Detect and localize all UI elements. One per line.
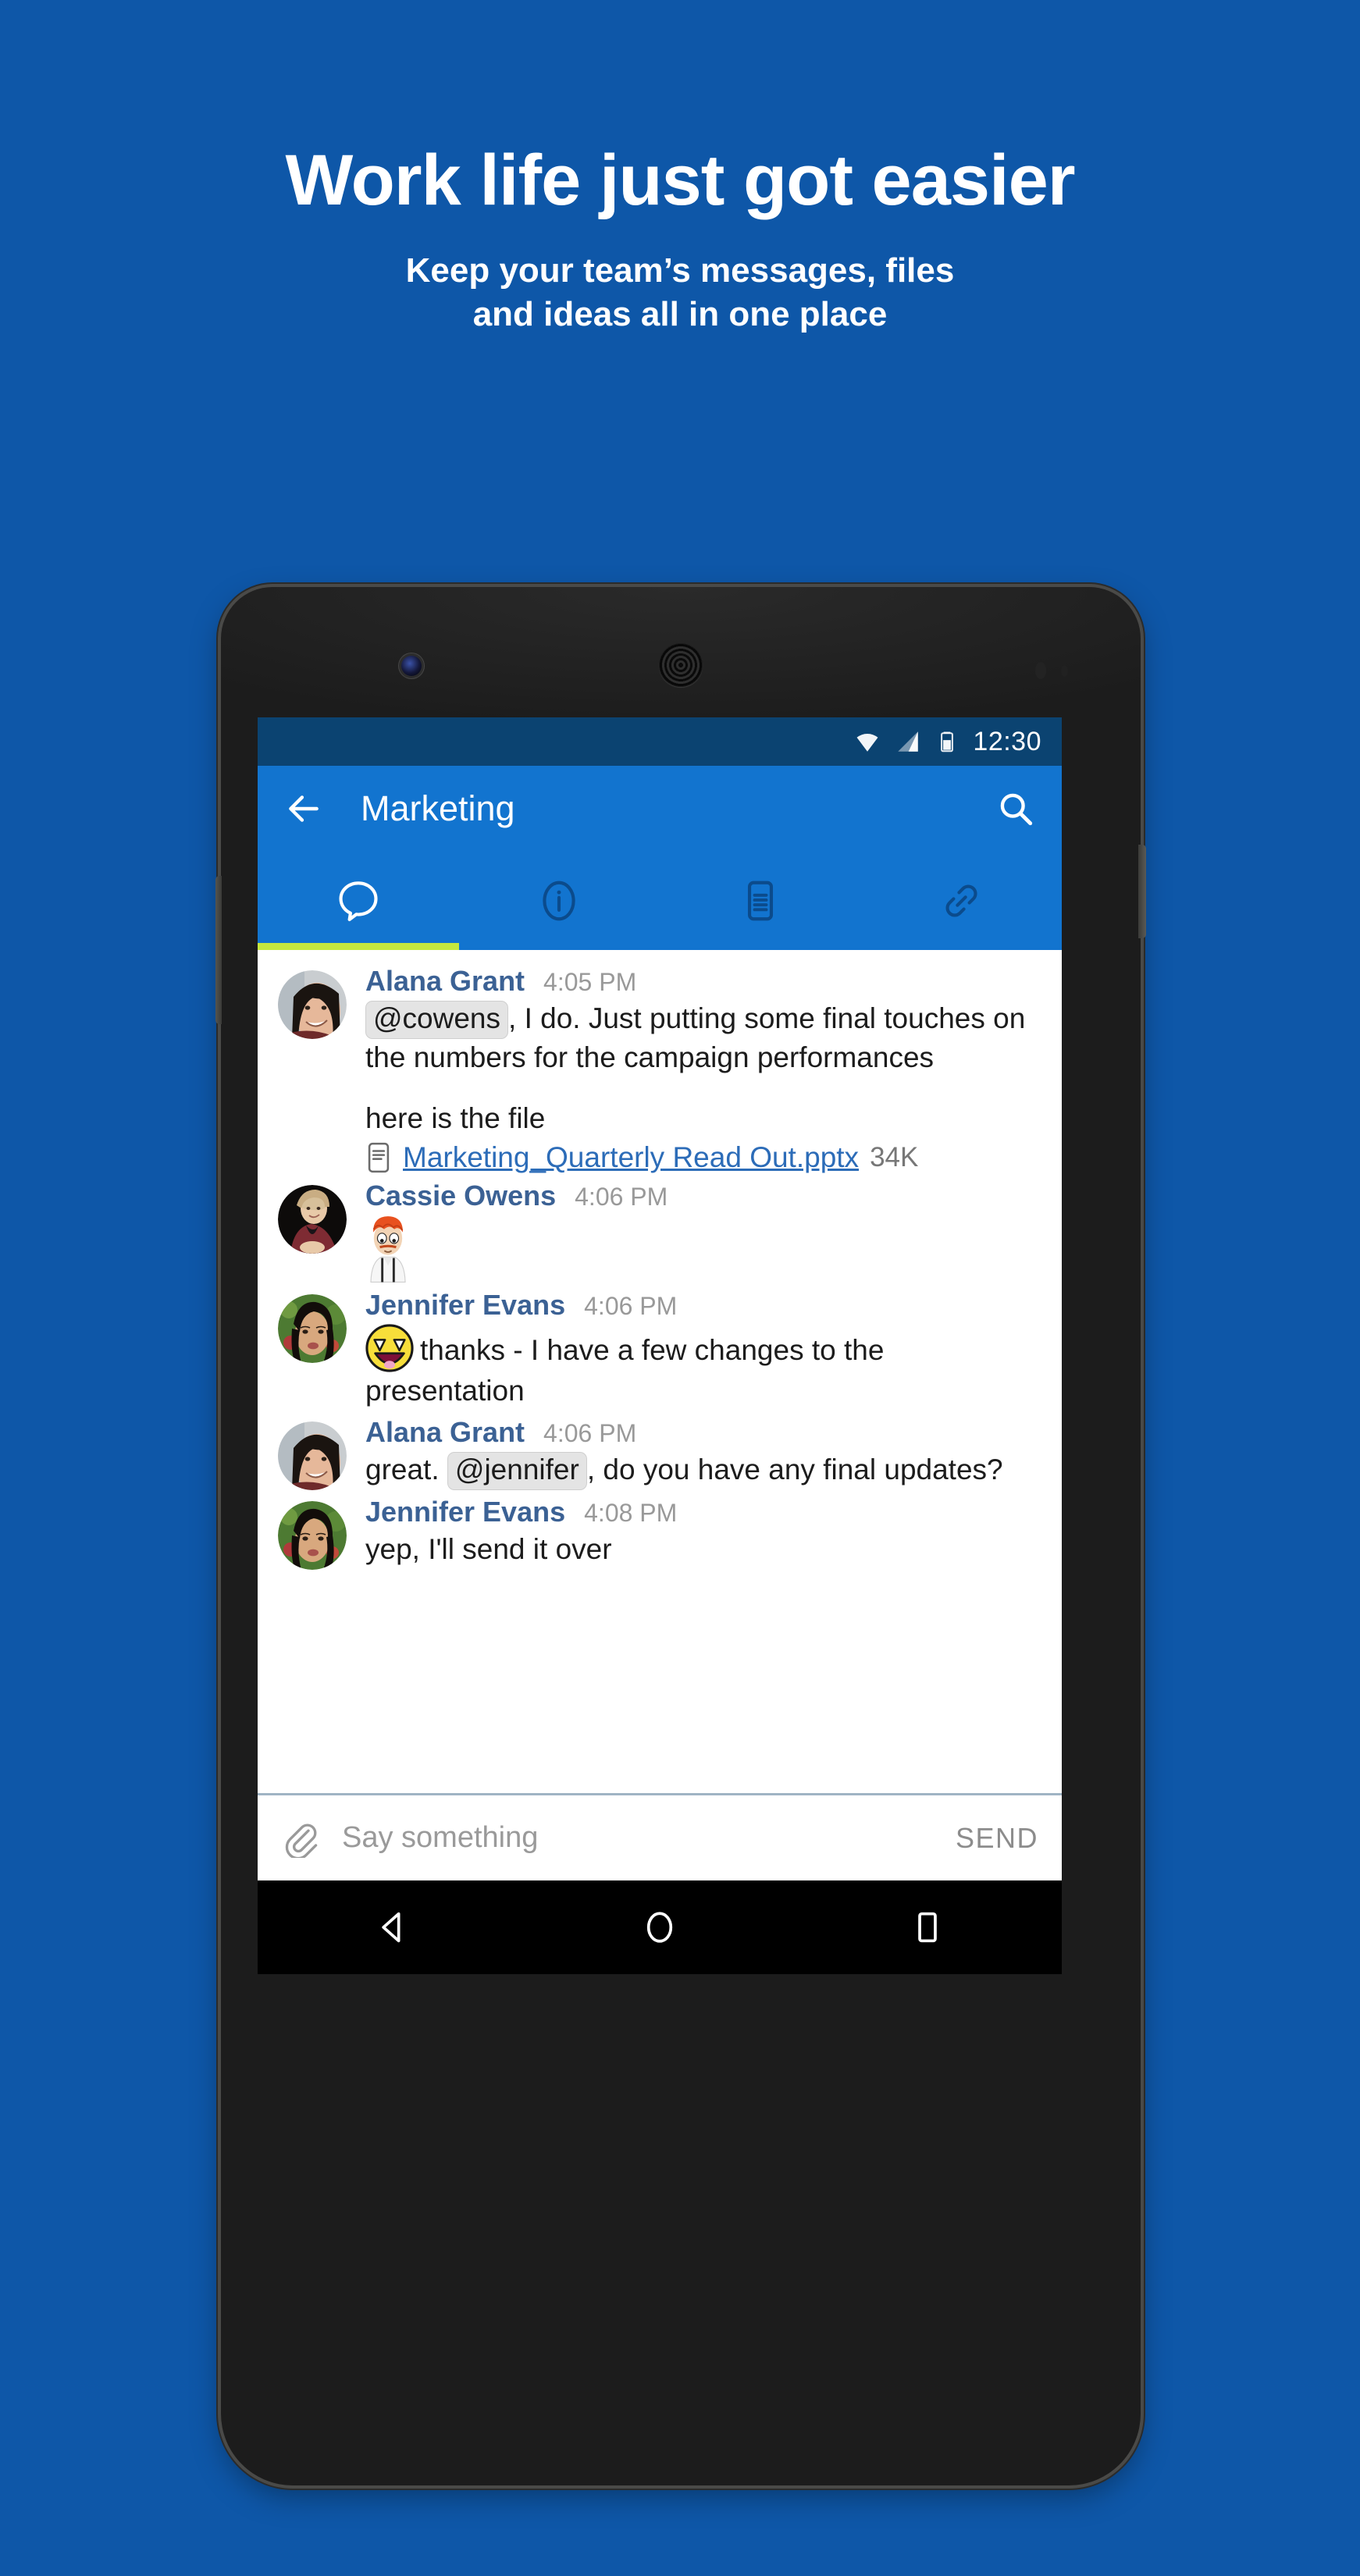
- tab-info[interactable]: [459, 852, 660, 950]
- message-paragraph: @cowens, I do. Just putting some final t…: [365, 1000, 1041, 1076]
- message-body: Alana Grant 4:06 PM great. @jennifer, do…: [365, 1418, 1041, 1490]
- tab-chat[interactable]: [258, 852, 459, 950]
- message-sender: Jennifer Evans: [365, 1496, 566, 1528]
- message-text-content: thanks - I have a few changes to the pre…: [365, 1334, 885, 1407]
- android-back-icon[interactable]: [372, 1907, 412, 1948]
- page-subtitle-line-2: and ideas all in one place: [472, 295, 888, 334]
- message-header: Cassie Owens 4:06 PM: [365, 1182, 1041, 1210]
- back-arrow-icon[interactable]: [284, 789, 323, 828]
- avatar[interactable]: [278, 1294, 347, 1364]
- page-title: Work life just got easier: [285, 141, 1075, 220]
- avatar[interactable]: [278, 1501, 347, 1571]
- message-item: Alana Grant 4:06 PM great. @jennifer, do…: [258, 1411, 1062, 1491]
- page-subtitle: Keep your team’s messages, files and ide…: [0, 249, 1360, 337]
- message-paragraph-2: here is the file: [365, 1102, 546, 1135]
- message-timestamp: 4:06 PM: [575, 1183, 668, 1212]
- light-sensor-icon: [1061, 665, 1068, 677]
- paperclip-icon[interactable]: [281, 1819, 320, 1858]
- wifi-icon: [856, 733, 878, 752]
- message-header: Alana Grant 4:05 PM: [365, 967, 1041, 995]
- attachment-name[interactable]: Marketing_Quarterly Read Out.pptx: [403, 1141, 859, 1174]
- tab-bar: [258, 852, 1062, 950]
- awesome-face-emoji: [365, 1324, 414, 1372]
- tab-notes[interactable]: [660, 852, 861, 950]
- file-document-icon: [368, 1143, 390, 1173]
- message-text: great. @jennifer, do you have any final …: [365, 1451, 1041, 1490]
- tab-active-indicator: [258, 943, 459, 950]
- message-text-lead: great.: [365, 1453, 447, 1486]
- message-item: Jennifer Evans 4:08 PM yep, I'll send it…: [258, 1490, 1062, 1571]
- message-text-rest: , do you have any final updates?: [586, 1453, 1003, 1486]
- message-sender: Jennifer Evans: [365, 1289, 566, 1322]
- status-bar: 12:30: [258, 717, 1062, 766]
- status-bar-clock: 12:30: [973, 726, 1041, 756]
- tab-links[interactable]: [861, 852, 1063, 950]
- message-sender: Cassie Owens: [365, 1179, 557, 1212]
- avatar[interactable]: [278, 1421, 347, 1491]
- message-item: Cassie Owens 4:06 PM: [258, 1174, 1062, 1283]
- link-chain-icon: [945, 884, 977, 917]
- front-camera-icon: [401, 656, 422, 676]
- document-lines-icon: [747, 881, 773, 921]
- earpiece-speaker-icon: [659, 643, 703, 687]
- attachment-size: 34K: [870, 1142, 919, 1173]
- message-sender: Alana Grant: [365, 965, 525, 997]
- avatar[interactable]: [278, 1185, 347, 1254]
- volume-button[interactable]: [215, 876, 222, 1024]
- message-list[interactable]: Alana Grant 4:05 PM @cowens, I do. Just …: [258, 950, 1062, 1793]
- info-circle-icon: [543, 881, 575, 921]
- battery-icon: [941, 731, 954, 753]
- message-text: thanks - I have a few changes to the pre…: [365, 1324, 1041, 1411]
- message-item: Alana Grant 4:05 PM @cowens, I do. Just …: [258, 959, 1062, 1174]
- send-button[interactable]: SEND: [940, 1822, 1038, 1855]
- avatar[interactable]: [278, 970, 347, 1039]
- android-home-icon[interactable]: [639, 1907, 680, 1948]
- message-header: Jennifer Evans 4:08 PM: [365, 1498, 1041, 1526]
- cartoon-man-sticker: [370, 1216, 406, 1283]
- message-body: Cassie Owens 4:06 PM: [365, 1182, 1041, 1283]
- message-text: yep, I'll send it over: [365, 1533, 612, 1566]
- message-timestamp: 4:06 PM: [543, 1419, 637, 1448]
- message-composer: Say something SEND: [258, 1793, 1062, 1880]
- promo-header: Work life just got easier Keep your team…: [0, 0, 1360, 337]
- message-input[interactable]: Say something: [342, 1821, 940, 1855]
- page-subtitle-line-1: Keep your team’s messages, files: [405, 251, 955, 290]
- app-bar: Marketing: [258, 766, 1062, 852]
- message-body: Jennifer Evans 4:06 PM thanks - I have a…: [365, 1291, 1041, 1411]
- phone-screen: 12:30 Marketing Alana Grant 4:05 PM @cow…: [258, 717, 1062, 1974]
- message-text: @cowens, I do. Just putting some final t…: [365, 1000, 1041, 1138]
- message-timestamp: 4:06 PM: [584, 1292, 678, 1321]
- mention-chip[interactable]: @jennifer: [447, 1452, 587, 1490]
- phone-device: 12:30 Marketing Alana Grant 4:05 PM @cow…: [215, 587, 1146, 2485]
- channel-title: Marketing: [361, 788, 515, 828]
- message-body: Jennifer Evans 4:08 PM yep, I'll send it…: [365, 1498, 1041, 1570]
- android-nav-bar: [258, 1880, 1062, 1974]
- power-button[interactable]: [1138, 845, 1146, 938]
- mention-chip[interactable]: @cowens: [365, 1001, 509, 1039]
- chat-bubble-icon: [339, 881, 378, 922]
- message-sender: Alana Grant: [365, 1416, 525, 1449]
- message-header: Jennifer Evans 4:06 PM: [365, 1291, 1041, 1319]
- message-header: Alana Grant 4:06 PM: [365, 1418, 1041, 1446]
- cell-signal-icon: [898, 731, 919, 752]
- message-timestamp: 4:08 PM: [584, 1499, 678, 1528]
- message-item: Jennifer Evans 4:06 PM thanks - I have a…: [258, 1283, 1062, 1411]
- message-timestamp: 4:05 PM: [543, 968, 637, 996]
- message-body: Alana Grant 4:05 PM @cowens, I do. Just …: [365, 967, 1041, 1174]
- android-recents-icon[interactable]: [907, 1907, 948, 1948]
- search-icon[interactable]: [996, 789, 1035, 828]
- attachment[interactable]: Marketing_Quarterly Read Out.pptx 34K: [365, 1141, 1041, 1174]
- proximity-sensor-icon: [1035, 662, 1046, 679]
